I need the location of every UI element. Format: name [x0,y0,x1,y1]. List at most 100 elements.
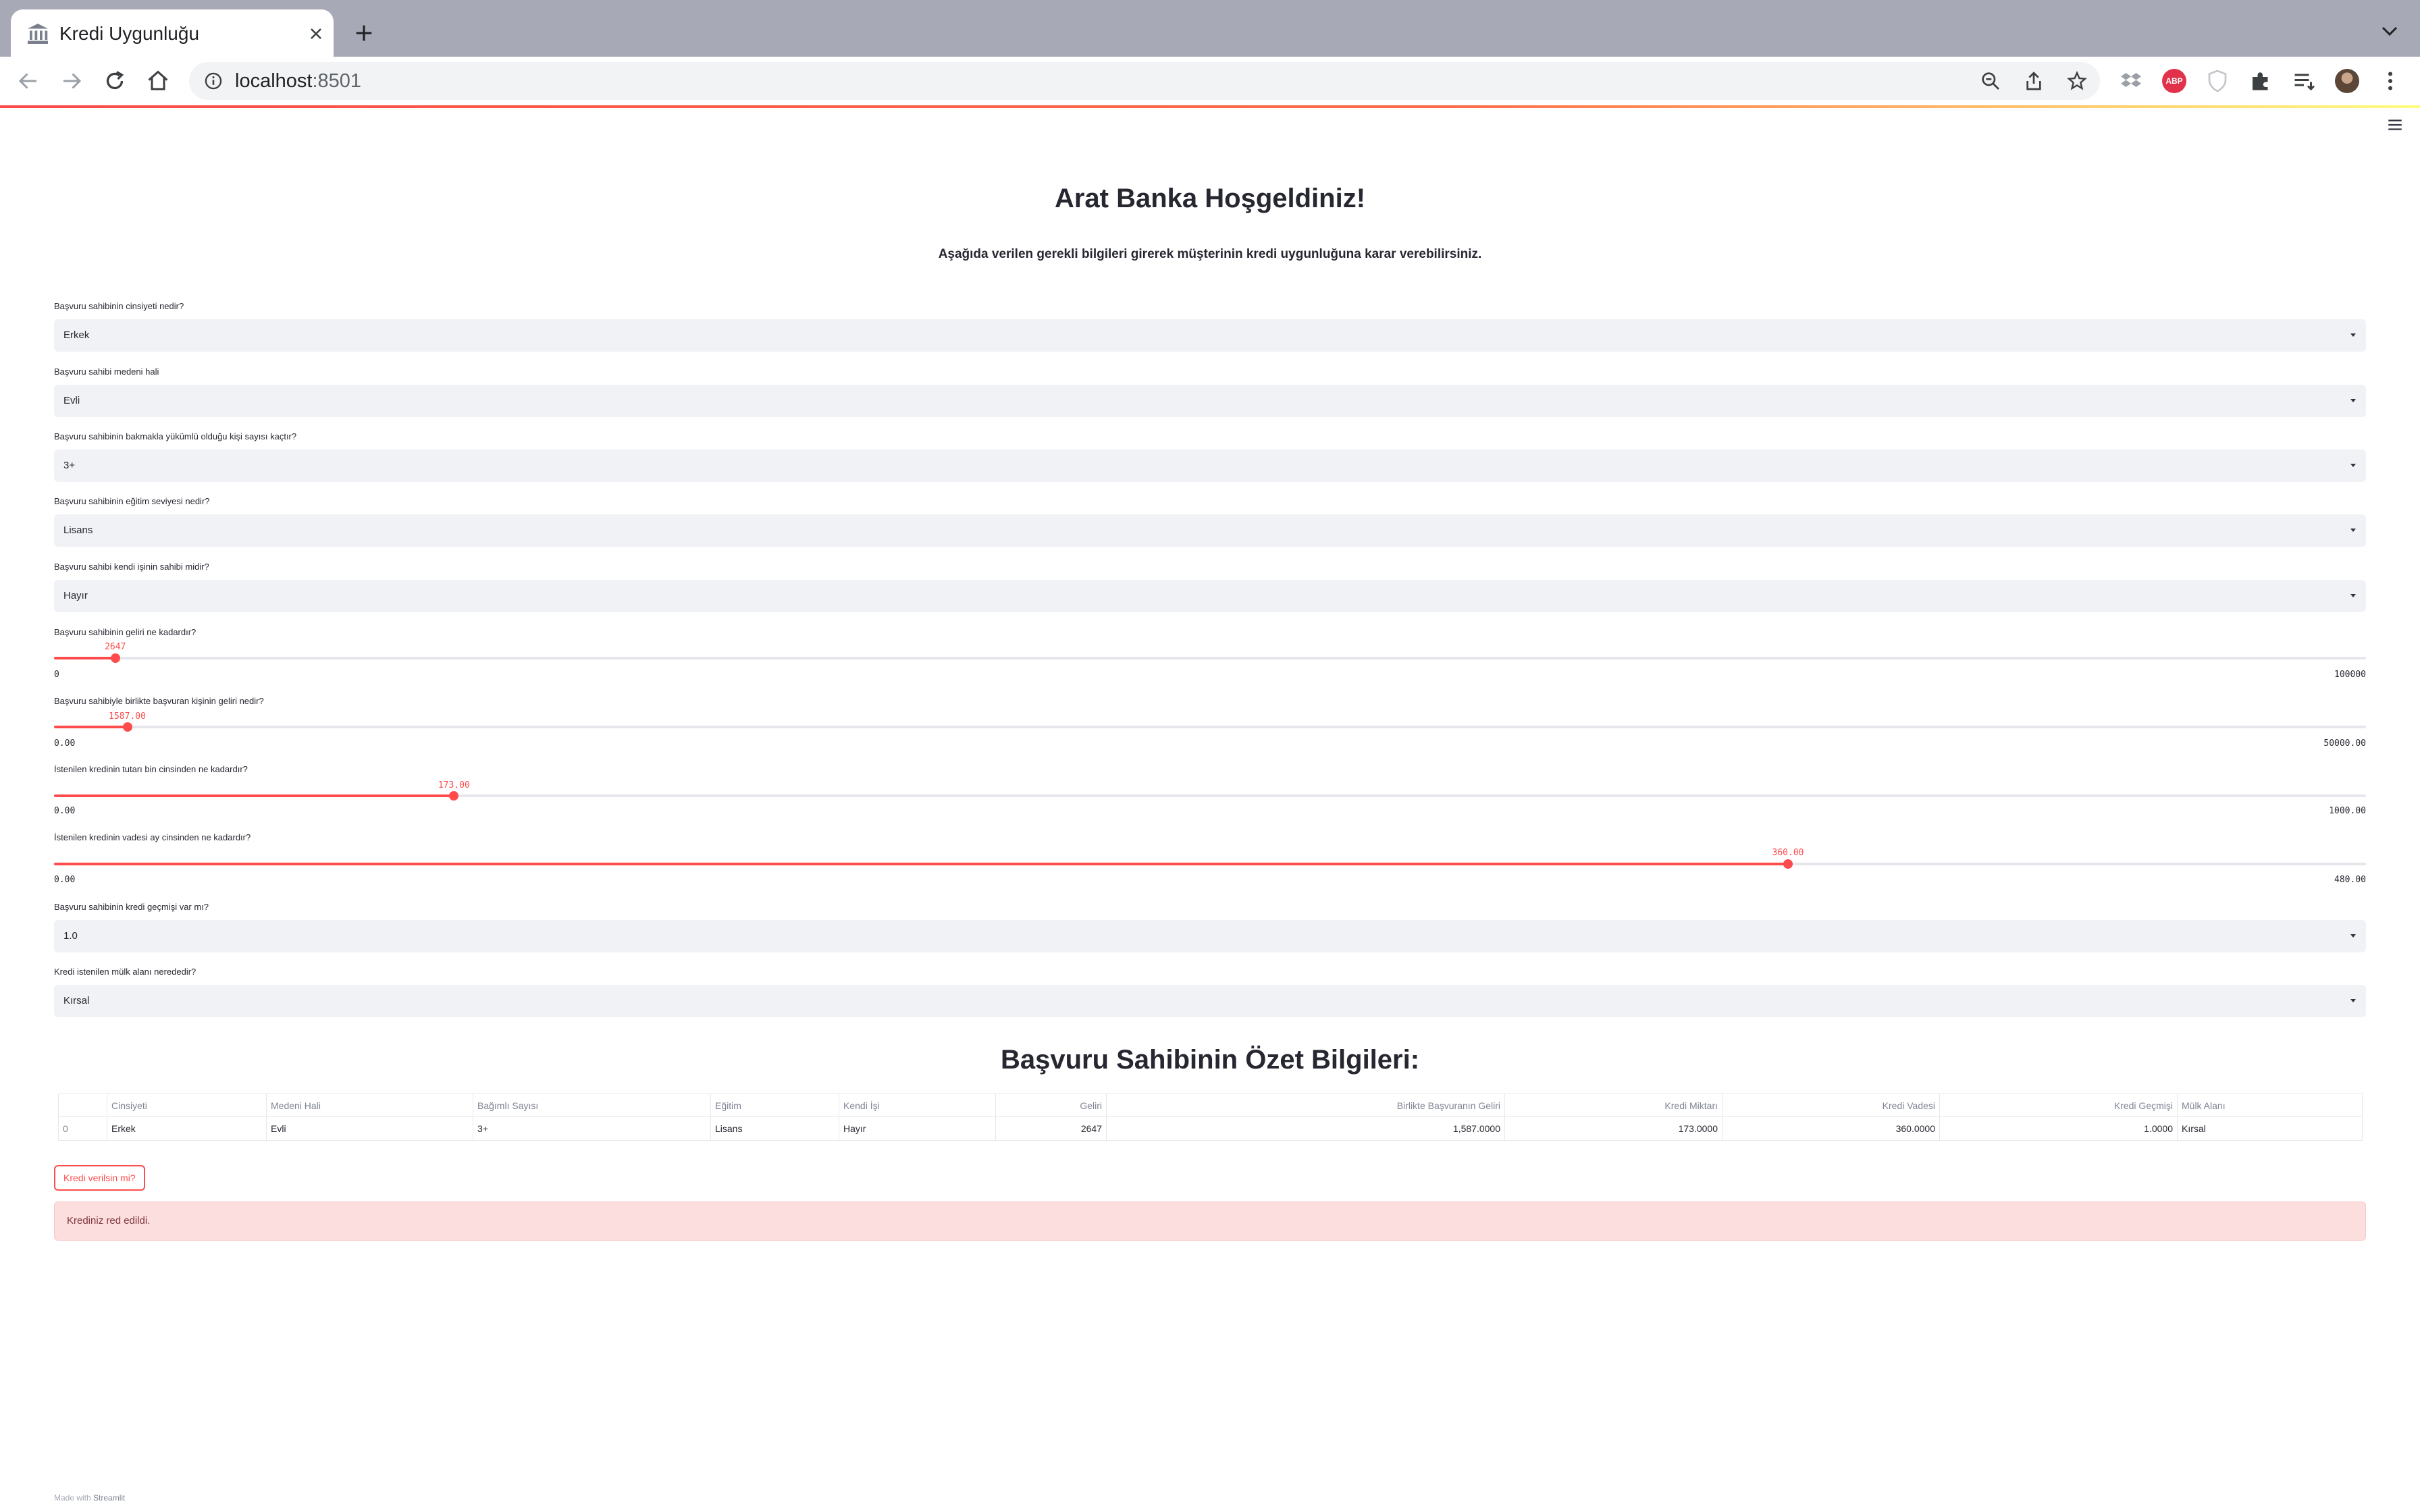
reading-list-icon[interactable] [2292,69,2316,93]
gender-select[interactable]: Erkek [54,319,2366,352]
table-cell: 360.0000 [1722,1116,1940,1141]
loan-amount-slider-thumb[interactable] [449,791,459,801]
loan-term-slider-thumb[interactable] [1783,859,1793,869]
star-icon[interactable] [2066,70,2088,92]
income-slider-fill [54,657,115,659]
column-header[interactable]: Cinsiyeti [107,1094,267,1117]
info-icon[interactable] [204,72,223,90]
dropbox-icon[interactable] [2119,69,2143,93]
caret-down-icon [2350,399,2356,402]
table-cell: 173.0000 [1504,1116,1722,1141]
address-bar[interactable]: localhost:8501 [189,62,2100,100]
caret-down-icon [2350,333,2356,337]
credit-history-label: Başvuru sahibinin kredi geçmişi var mı? [54,902,209,912]
income-slider[interactable] [54,653,2366,663]
coapplicant-income-slider-value: 1587.00 [109,711,146,722]
page-title: Arat Banka Hoşgeldiniz! [1054,184,1366,213]
reload-icon[interactable] [103,69,127,93]
education-label: Başvuru sahibinin eğitim seviyesi nedir? [54,496,210,506]
loan-term-slider-fill [54,863,1788,865]
loan-amount-slider[interactable] [54,791,2366,801]
predict-button[interactable]: Kredi verilsin mi? [54,1165,145,1191]
error-alert: Krediniz red edildi. [54,1202,2366,1241]
caret-down-icon [2350,594,2356,597]
loan-term-slider[interactable] [54,859,2366,869]
dependents-label: Başvuru sahibinin bakmakla yükümlü olduğ… [54,431,297,441]
column-header[interactable]: Birlikte Başvuranın Geliri [1106,1094,1505,1117]
zoom-icon[interactable] [1980,70,2001,92]
loan-amount-slider-value: 173.00 [438,780,470,790]
table-cell: 3+ [473,1116,711,1141]
table-cell: Erkek [107,1116,267,1141]
education-select[interactable]: Lisans [54,514,2366,547]
footer: Made with Streamlit [54,1493,125,1503]
plus-icon[interactable] [352,22,375,45]
shield-icon[interactable] [2205,69,2230,93]
table-cell: Lisans [710,1116,839,1141]
adblock-icon[interactable]: ABP [2162,69,2186,93]
profile-avatar[interactable] [2335,69,2359,93]
credit-history-select[interactable]: 1.0 [54,920,2366,952]
hamburger-menu-icon[interactable] [2386,117,2404,132]
browser-tab[interactable]: Kredi Uygunluğu [11,9,334,57]
loan-term-slider-min: 0.00 [54,875,76,885]
credit-history-value: 1.0 [63,930,78,942]
loan-amount-label: İstenilen kredinin tutarı bin cinsinden … [54,764,248,774]
browser-tab-strip: Kredi Uygunluğu [0,0,2420,57]
self-employed-label: Başvuru sahibi kendi işinin sahibi midir… [54,562,209,572]
self-employed-select[interactable]: Hayır [54,580,2366,612]
column-header[interactable]: Eğitim [710,1094,839,1117]
puzzle-icon[interactable] [2248,69,2273,93]
table-cell: 0 [58,1116,107,1141]
url-text[interactable]: localhost:8501 [235,70,361,92]
column-header[interactable]: Kredi Miktarı [1504,1094,1722,1117]
table-header-row: Cinsiyeti Medeni Hali Bağımlı Sayısı Eği… [58,1094,2363,1117]
property-area-label: Kredi istenilen mülk alanı nerededir? [54,967,196,977]
forward-arrow-icon[interactable] [59,69,84,93]
page-subtitle: Aşağıda verilen gerekli bilgileri girere… [938,247,1482,261]
back-arrow-icon[interactable] [16,69,41,93]
loan-term-slider-value: 360.00 [1772,848,1804,858]
coapplicant-income-slider-thumb[interactable] [122,722,132,732]
chevron-down-icon[interactable] [2379,23,2400,39]
decoration-bar [0,105,2420,108]
column-header[interactable] [58,1094,107,1117]
property-area-select[interactable]: Kırsal [54,985,2366,1017]
gender-value: Erkek [63,329,90,341]
column-header[interactable]: Medeni Hali [266,1094,473,1117]
bank-icon [28,24,48,44]
caret-down-icon [2350,464,2356,467]
table-cell: Evli [266,1116,473,1141]
summary-table: Cinsiyeti Medeni Hali Bağımlı Sayısı Eği… [58,1094,2363,1141]
marital-select[interactable]: Evli [54,385,2366,417]
column-header[interactable]: Kredi Vadesi [1722,1094,1940,1117]
loan-amount-slider-max: 1000.00 [2329,806,2366,816]
coapplicant-income-label: Başvuru sahibiyle birlikte başvuran kişi… [54,696,264,706]
income-slider-thumb[interactable] [110,653,120,663]
table-cell: 1.0000 [1939,1116,2178,1141]
marital-label: Başvuru sahibi medeni hali [54,367,159,377]
column-header[interactable]: Kredi Geçmişi [1939,1094,2178,1117]
dependents-select[interactable]: 3+ [54,450,2366,482]
footer-text: Made with [54,1493,94,1503]
share-icon[interactable] [2023,70,2045,92]
close-icon[interactable] [307,24,325,43]
streamlit-link[interactable]: Streamlit [93,1493,125,1503]
column-header[interactable]: Geliri [995,1094,1107,1117]
home-icon[interactable] [146,69,170,93]
loan-term-label: İstenilen kredinin vadesi ay cinsinden n… [54,832,251,842]
summary-title: Başvuru Sahibinin Özet Bilgileri: [1000,1045,1420,1075]
marital-value: Evli [63,395,80,406]
column-header[interactable]: Bağımlı Sayısı [473,1094,711,1117]
column-header[interactable]: Mülk Alanı [2177,1094,2363,1117]
more-vert-icon[interactable] [2378,69,2402,93]
browser-toolbar: localhost:8501 ABP [0,57,2420,105]
column-header[interactable]: Kendi İşi [839,1094,996,1117]
self-employed-value: Hayır [63,590,88,601]
table-row: 0 Erkek Evli 3+ Lisans Hayır 2647 1,587.… [58,1116,2363,1141]
coapplicant-income-slider[interactable] [54,722,2366,732]
table-cell: 1,587.0000 [1106,1116,1505,1141]
coapplicant-income-slider-min: 0.00 [54,738,76,749]
income-label: Başvuru sahibinin geliri ne kadardır? [54,627,196,637]
dependents-value: 3+ [63,460,76,471]
